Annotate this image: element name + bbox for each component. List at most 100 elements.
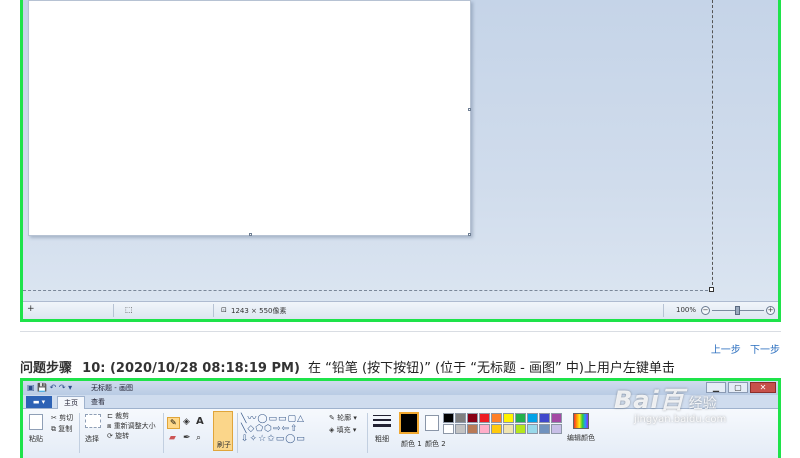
group-separator bbox=[163, 413, 164, 453]
baidu-watermark: Bai百 经验 jingyan.baidu.com bbox=[614, 380, 726, 425]
fill-bucket-icon[interactable]: ◈ bbox=[183, 417, 190, 427]
step-number-time: 10: (2020/10/28 08:18:19 PM) bbox=[82, 361, 300, 376]
outline-label: 轮廓 bbox=[337, 414, 352, 422]
status-separator bbox=[213, 304, 214, 317]
prev-step-link[interactable]: 上一步 bbox=[711, 345, 741, 356]
canvas-resize-handle-right[interactable] bbox=[468, 108, 471, 111]
palette-swatch[interactable] bbox=[443, 424, 454, 434]
rotate-button[interactable]: ⟳ 旋转 bbox=[107, 431, 129, 441]
copy-button[interactable]: ⧉ 复制 bbox=[51, 424, 72, 434]
group-separator bbox=[79, 413, 80, 453]
screenshot-paint-canvas: + ⬚ ⊡ 1243 × 550像素 100% − + bbox=[20, 0, 781, 322]
shapes-row[interactable]: ⇩✧☆✩▭◯▭ bbox=[241, 434, 323, 444]
maximize-button[interactable]: ▢ bbox=[728, 382, 748, 393]
fill-button[interactable]: ◈ 填充 ▾ bbox=[329, 425, 356, 435]
palette-swatch[interactable] bbox=[539, 413, 550, 423]
canvas-size-text: 1243 × 550像素 bbox=[231, 307, 287, 315]
palette-swatch[interactable] bbox=[467, 413, 478, 423]
resize-button[interactable]: ⧈ 重新调整大小 bbox=[107, 421, 156, 431]
watermark-sub: 经验 bbox=[688, 396, 717, 412]
size-icon[interactable] bbox=[373, 415, 391, 427]
palette-swatch[interactable] bbox=[491, 424, 502, 434]
step-caption: 问题步骤 10: (2020/10/28 08:18:19 PM) 在 “铅笔 … bbox=[20, 357, 675, 376]
edit-colors-label[interactable]: 编辑颜色 bbox=[567, 433, 595, 443]
quick-access-toolbar[interactable]: ▣ 💾 ↶ ↷ ▾ bbox=[27, 383, 72, 392]
canvas-size-icon: ⊡ bbox=[221, 306, 227, 314]
canvas-resize-handle-corner[interactable] bbox=[468, 233, 471, 236]
zoom-slider-thumb[interactable] bbox=[735, 306, 740, 315]
step-label: 问题步骤 bbox=[20, 361, 73, 376]
palette-swatch[interactable] bbox=[527, 424, 538, 434]
file-menu-button[interactable]: ▬ ▾ bbox=[26, 396, 52, 408]
pencil-icon: ✎ bbox=[170, 418, 177, 427]
next-step-link[interactable]: 下一步 bbox=[750, 345, 780, 356]
color-palette[interactable] bbox=[443, 413, 562, 434]
magnifier-icon[interactable]: ⌕ bbox=[196, 433, 201, 443]
paint-workspace[interactable] bbox=[23, 0, 778, 304]
resize-preview-line-vertical bbox=[712, 0, 713, 290]
select-icon[interactable] bbox=[85, 414, 101, 428]
cut-button[interactable]: ✂ 剪切 bbox=[51, 413, 73, 423]
palette-swatch[interactable] bbox=[455, 424, 466, 434]
palette-swatch[interactable] bbox=[479, 424, 490, 434]
pencil-tool-button[interactable]: ✎ bbox=[167, 417, 180, 429]
status-separator bbox=[113, 304, 114, 317]
status-separator bbox=[663, 304, 664, 317]
palette-swatch[interactable] bbox=[539, 424, 550, 434]
edit-colors-icon[interactable] bbox=[573, 413, 589, 429]
color-picker-icon[interactable]: ✒ bbox=[183, 433, 191, 443]
resize-preview-line-horizontal bbox=[23, 290, 713, 291]
palette-swatch[interactable] bbox=[479, 413, 490, 423]
zoom-out-button[interactable]: − bbox=[701, 306, 710, 315]
palette-swatch[interactable] bbox=[503, 413, 514, 423]
color2-label: 颜色 2 bbox=[425, 440, 446, 448]
palette-swatch[interactable] bbox=[515, 424, 526, 434]
tab-view[interactable]: 查看 bbox=[85, 396, 111, 409]
zoom-in-button[interactable]: + bbox=[766, 306, 775, 315]
watermark-url: jingyan.baidu.com bbox=[634, 414, 727, 425]
palette-swatch[interactable] bbox=[527, 413, 538, 423]
close-button[interactable]: ✕ bbox=[750, 382, 776, 393]
step-navigation: 上一步 下一步 bbox=[705, 341, 780, 356]
selection-icon: ⬚ bbox=[125, 305, 133, 314]
palette-swatch[interactable] bbox=[551, 413, 562, 423]
palette-swatch[interactable] bbox=[455, 413, 466, 423]
shapes-gallery[interactable]: ╲〰◯▭▭▢△ ╲◇⬠⬡⇨⇦⇧ ⇩✧☆✩▭◯▭ bbox=[241, 414, 323, 444]
paste-label[interactable]: 粘贴 bbox=[29, 434, 43, 444]
palette-swatch[interactable] bbox=[503, 424, 514, 434]
select-label[interactable]: 选择 bbox=[85, 434, 99, 444]
palette-swatch[interactable] bbox=[467, 424, 478, 434]
crop-button[interactable]: ⊏ 裁剪 bbox=[107, 411, 129, 421]
brush-label: 刷子 bbox=[217, 441, 231, 449]
resize-label: 重新调整大小 bbox=[113, 422, 156, 430]
brush-button[interactable]: 刷子 bbox=[213, 411, 233, 451]
crop-label: 裁剪 bbox=[115, 412, 130, 420]
palette-swatch[interactable] bbox=[491, 413, 502, 423]
text-tool-icon[interactable]: A bbox=[196, 416, 204, 427]
color2-swatch[interactable] bbox=[425, 415, 439, 431]
color1-swatch[interactable] bbox=[399, 412, 419, 434]
paint-canvas[interactable] bbox=[28, 0, 471, 236]
palette-swatch[interactable] bbox=[551, 424, 562, 434]
tab-home[interactable]: 主页 bbox=[57, 396, 85, 409]
palette-swatch[interactable] bbox=[443, 413, 454, 423]
fill-label: 填充 bbox=[336, 426, 351, 434]
color1-label: 颜色 1 bbox=[401, 440, 422, 448]
shapes-row[interactable]: ╲◇⬠⬡⇨⇦⇧ bbox=[241, 424, 323, 434]
palette-swatch[interactable] bbox=[515, 413, 526, 423]
paste-icon[interactable] bbox=[29, 414, 43, 430]
resize-drag-handle[interactable] bbox=[709, 287, 714, 292]
step-description: 在 “铅笔 (按下按钮)” (位于 “无标题 - 画图” 中)上用户左键单击 bbox=[308, 361, 675, 376]
cut-label: 剪切 bbox=[59, 414, 74, 422]
add-icon: + bbox=[27, 304, 35, 314]
group-separator bbox=[367, 413, 368, 453]
eraser-icon[interactable]: ▰ bbox=[169, 433, 176, 443]
zoom-level: 100% bbox=[675, 306, 696, 314]
outline-button[interactable]: ✎ 轮廓 ▾ bbox=[329, 413, 357, 423]
group-separator bbox=[237, 413, 238, 453]
status-bar: + ⬚ ⊡ 1243 × 550像素 100% − + bbox=[23, 301, 778, 319]
canvas-resize-handle-bottom[interactable] bbox=[249, 233, 252, 236]
shapes-row[interactable]: ╲〰◯▭▭▢△ bbox=[241, 414, 323, 424]
size-label[interactable]: 粗细 bbox=[375, 434, 389, 444]
copy-label: 复制 bbox=[58, 425, 73, 433]
